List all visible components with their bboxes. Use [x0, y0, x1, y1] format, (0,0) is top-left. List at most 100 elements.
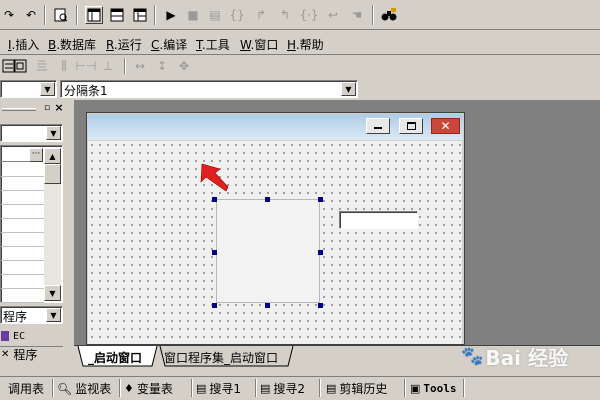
menu-bar: I.插入 B.数据库 R.运行 C.编译 T.工具 W.窗口 H.帮助: [0, 31, 600, 55]
close-icon: ✕: [440, 119, 451, 133]
watermark-text: Bai 经验: [485, 345, 568, 370]
ellipsis-button[interactable]: ···: [29, 148, 43, 162]
close-icon[interactable]: ×: [54, 102, 64, 114]
panel-titlebar: ▫ ×: [0, 102, 66, 116]
binoculars-icon[interactable]: [380, 6, 398, 24]
layout2-icon[interactable]: [108, 6, 126, 24]
watermark: 🐾 Bai 经验: [461, 340, 600, 372]
redo-icon[interactable]: ↷: [0, 6, 18, 24]
find-icon[interactable]: [52, 6, 70, 24]
type-combo-value: 程序: [3, 310, 28, 324]
tree-item-ec[interactable]: EC: [0, 328, 63, 344]
scroll-up-icon[interactable]: ▲: [44, 148, 61, 164]
chevron-down-icon[interactable]: ▼: [46, 308, 61, 322]
tab-call-stack[interactable]: 调用表: [8, 379, 44, 398]
scroll-down-icon[interactable]: ▼: [44, 285, 61, 301]
selection-handle[interactable]: [212, 197, 217, 202]
grid-scrollbar[interactable]: ▲ ▼: [44, 148, 61, 301]
program-tab[interactable]: ✕ 程序: [0, 346, 63, 362]
stop-icon: ■: [187, 8, 199, 22]
space-horizontal-icon: ⊢⊣: [75, 59, 97, 73]
selection-handle[interactable]: [318, 303, 323, 308]
maximize-icon[interactable]: ▫: [42, 103, 52, 113]
clipboard-icon: ▤: [326, 382, 337, 395]
run-to-cursor-icon: {·}: [299, 8, 319, 22]
layout1-icon[interactable]: [85, 6, 103, 24]
selected-panel-control[interactable]: [216, 199, 320, 303]
maximize-icon: [406, 122, 416, 130]
minimize-icon: [374, 126, 382, 129]
same-size-icon: ✥: [178, 59, 190, 73]
menu-run[interactable]: R.运行: [106, 36, 142, 53]
program-tab-label: 程序: [13, 348, 38, 362]
left-panel: ▫ × ▼ ··· ▲ ▼ 程序 ▼ EC ✕ 程序: [0, 100, 66, 370]
program-tab-icon: ✕: [1, 349, 10, 360]
align-center-icon[interactable]: [11, 57, 29, 75]
scroll-thumb[interactable]: [44, 164, 61, 184]
window-tab-active[interactable]: _启动窗口: [88, 349, 142, 366]
selection-handle[interactable]: [212, 250, 217, 255]
align-toolbar: 亖 ⫼ ⊢⊣ ⊥ ↔ ↕ ✥: [0, 56, 600, 77]
type-combo[interactable]: 程序 ▼: [0, 306, 63, 324]
run-icon[interactable]: ▶: [162, 6, 180, 24]
same-height-icon: ↕: [156, 59, 168, 73]
breakpoint-icon: ↩: [327, 8, 339, 22]
designer-window[interactable]: ✕: [86, 112, 465, 345]
menu-insert[interactable]: I.插入: [8, 36, 39, 53]
undo-icon[interactable]: ↶: [22, 6, 40, 24]
tab-variables[interactable]: ♦ 变量表: [124, 379, 173, 398]
step-over-icon: ↱: [255, 8, 267, 22]
same-width-icon: ↔: [134, 59, 146, 73]
panel-top-combo[interactable]: ▼: [0, 124, 63, 142]
property-combo[interactable]: 分隔条1 ▼: [60, 80, 358, 98]
menu-tools[interactable]: T.工具: [196, 36, 230, 53]
magnifier-icon: 🔍︎: [57, 381, 73, 396]
tree-item-label: EC: [13, 330, 26, 342]
red-arrow-pointer: [200, 163, 228, 192]
menu-help[interactable]: H.帮助: [287, 36, 324, 53]
maximize-button[interactable]: [399, 118, 423, 134]
chevron-down-icon[interactable]: ▼: [341, 82, 356, 96]
menu-window[interactable]: W.窗口: [240, 36, 278, 53]
main-toolbar: ↷ ↶ ▶ ■ ▤ {} ↱ ↰ {·} ↩ ☚: [0, 0, 600, 30]
property-grid[interactable]: ··· ▲ ▼: [0, 145, 63, 303]
variables-icon: ♦: [124, 382, 134, 395]
chevron-down-icon[interactable]: ▼: [40, 82, 55, 96]
tools-icon: ▣: [410, 382, 421, 395]
tab-clip-history[interactable]: ▤ 剪辑历史: [326, 379, 387, 398]
tab-search1[interactable]: ▤ 搜寻1: [196, 379, 241, 398]
grid-lines: [1, 163, 44, 303]
grid-cell-selected[interactable]: [1, 148, 29, 162]
menu-compile[interactable]: C.编译: [151, 36, 187, 53]
window-tab-inactive[interactable]: 窗口程序集_启动窗口: [164, 349, 278, 366]
tree-node-icon: [1, 331, 9, 341]
watermark-paw-icon: 🐾: [461, 345, 484, 367]
search-list-icon: ▤: [260, 382, 271, 395]
selection-handle[interactable]: [318, 197, 323, 202]
design-canvas[interactable]: [88, 141, 462, 344]
space-vertical-icon: ⊥: [102, 59, 114, 73]
menu-database[interactable]: B.数据库: [48, 36, 96, 53]
tab-tools[interactable]: ▣ Tools: [410, 379, 457, 398]
selection-handle[interactable]: [265, 303, 270, 308]
align-middle-icon: ⫼: [61, 59, 67, 73]
selection-handle[interactable]: [212, 303, 217, 308]
hand-icon: ☚: [351, 8, 363, 22]
debug-icon: ▤: [209, 8, 221, 22]
object-combo[interactable]: ▼: [0, 80, 57, 98]
designer-titlebar[interactable]: ✕: [88, 114, 463, 140]
chevron-down-icon[interactable]: ▼: [46, 126, 61, 140]
textbox-control[interactable]: [339, 211, 418, 229]
selection-handle[interactable]: [318, 250, 323, 255]
panel-grip: [2, 108, 36, 111]
layout3-icon[interactable]: [131, 6, 149, 24]
property-combo-value: 分隔条1: [64, 84, 108, 98]
step-into-icon: {}: [229, 8, 245, 22]
tab-watch[interactable]: 🔍︎ 监视表: [57, 379, 111, 398]
minimize-button[interactable]: [366, 118, 390, 134]
selection-handle[interactable]: [265, 197, 270, 202]
close-button[interactable]: ✕: [431, 118, 460, 134]
align-top-icon: 亖: [35, 59, 48, 73]
tab-search2[interactable]: ▤ 搜寻2: [260, 379, 305, 398]
search-list-icon: ▤: [196, 382, 207, 395]
